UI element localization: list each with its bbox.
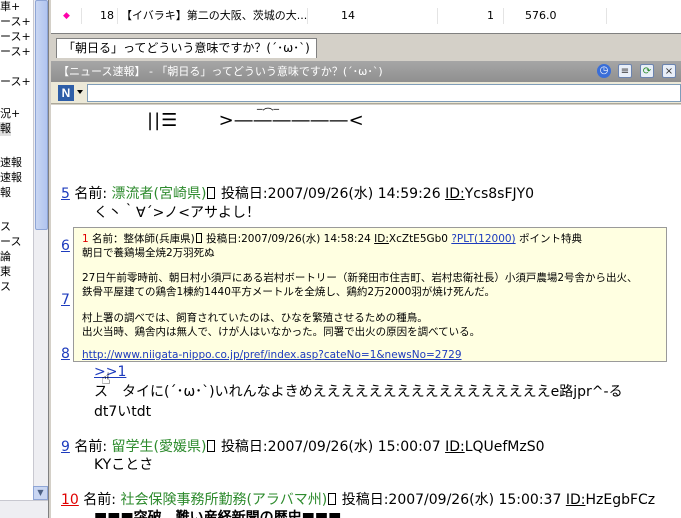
poster-name: 留学生(愛媛県): [111, 439, 207, 455]
sidebar-item[interactable]: 論: [0, 250, 11, 264]
sidebar-item[interactable]: ス: [0, 220, 11, 234]
thread-count: 14: [341, 9, 355, 22]
n-menu-icon[interactable]: N: [58, 85, 74, 101]
popup-text: 朝日で養鶏場全焼2万羽死ぬ: [82, 247, 215, 259]
sidebar-item[interactable]: 報: [0, 122, 11, 136]
ascii-art-line: ||☰ >――――――<: [147, 110, 365, 131]
sidebar-vscrollbar[interactable]: [33, 0, 48, 500]
post-body: ス タイに(´･ω･`)いれんなよきめえええええええええええええええええe路jp…: [94, 384, 623, 400]
popup-url: http://www.niigata-nippo.co.jp/pref/inde…: [82, 349, 462, 361]
post-header: 5 名前: 漂流者(宮崎県) 投稿日:2007/09/26(水) 14:59:2…: [61, 183, 534, 203]
popup-header: 1 名前：整体師(兵庫県) 投稿日:2007/09/26(水) 14:58:24…: [82, 231, 582, 246]
missing-glyph-icon: [195, 233, 202, 243]
reply-popup: 1 名前：整体師(兵庫県) 投稿日:2007/09/26(水) 14:58:24…: [73, 227, 667, 362]
post-header: 10 名前: 社会保険事務所勤務(アラバマ州) 投稿日:2007/09/26(水…: [61, 489, 655, 509]
document-icon[interactable]: ≡: [618, 64, 632, 78]
thread-row[interactable]: ◆ 18 【イバラキ】第二の大阪、茨城の大... 14 1 576.0: [51, 8, 681, 24]
address-input[interactable]: [87, 84, 681, 102]
sidebar-item[interactable]: 車+: [0, 0, 20, 14]
missing-glyph-icon: [207, 440, 216, 452]
popup-text: 村上署の調べでは、飼育されていたのは、ひなを繁殖させるための種鳥。: [82, 312, 428, 324]
sidebar-item[interactable]: ース+: [0, 30, 31, 44]
source-link[interactable]: http://www.niigata-nippo.co.jp/pref/inde…: [82, 349, 462, 361]
post-id: Ycs8sFJY0: [464, 186, 535, 202]
popup-post-number[interactable]: 1: [82, 233, 89, 245]
thread-title-text: 【ニュース速報】 - 「朝日る」ってどういう意味ですか？(´･ω･`): [58, 65, 383, 78]
sidebar-hscrollbar[interactable]: [0, 500, 48, 518]
sidebar-item[interactable]: 速報: [0, 156, 22, 170]
thread-content[interactable]: ||☰ >――――――< ‾⌒‾ 5 名前: 漂流者(宮崎県) 投稿日:2007…: [51, 105, 681, 518]
sidebar-scroll-thumb[interactable]: [35, 0, 48, 230]
popup-name: 名前：整体師(兵庫県): [92, 233, 195, 245]
refresh-icon[interactable]: ⟳: [640, 64, 654, 78]
close-icon[interactable]: ×: [662, 64, 676, 78]
ascii-art-smile: ‾⌒‾: [257, 107, 279, 120]
sidebar-item[interactable]: ース+: [0, 45, 31, 59]
post-number[interactable]: 10: [61, 492, 79, 508]
thread-new: 1: [487, 9, 494, 22]
posted-label: 投稿日:: [341, 492, 389, 508]
post-number[interactable]: 5: [61, 186, 70, 202]
name-label: 名前:: [74, 186, 108, 202]
sidebar-item[interactable]: ース+: [0, 15, 31, 29]
post-body: く丶｀∀´>ノ<アサよし！: [94, 205, 261, 221]
popup-points: ポイント特典: [519, 233, 582, 245]
popup-text: 鉄骨平屋建ての鶏舎1棟約1440平方メートルを全焼し、鶏約2万2000羽が焼け死…: [82, 286, 495, 298]
post-date: 2007/09/26(水) 15:00:37: [388, 492, 562, 508]
scroll-down-arrow-icon[interactable]: ▼: [33, 486, 48, 500]
post-header: 9 名前: 留学生(愛媛県) 投稿日:2007/09/26(水) 15:00:0…: [61, 436, 545, 456]
posted-label: 投稿日:: [220, 186, 268, 202]
popup-id-label[interactable]: ID:: [374, 233, 389, 245]
popup-id: XcZtE5Gb0: [388, 233, 448, 245]
missing-glyph-icon: [328, 493, 337, 505]
post-body: KYことさ: [94, 457, 154, 473]
plt-link[interactable]: ?PLT(12000): [451, 233, 515, 245]
thread-speed: 576.0: [525, 9, 557, 22]
post-body: ■■■突破 難い産経新聞の歴史■■■: [94, 510, 342, 518]
address-bar: N: [51, 82, 681, 104]
thread-row-partial: [51, 24, 681, 32]
popup-date: 投稿日:2007/09/26(水) 14:58:24: [206, 233, 371, 245]
popup-text: 27日午前零時前、朝日村小須戸にある岩村ボートリー（新発田市住吉町、岩村忠衛社長…: [82, 272, 638, 284]
name-label: 名前:: [74, 439, 108, 455]
tab-thread[interactable]: 「朝日る」ってどういう意味ですか？(´･ω･`): [56, 38, 317, 58]
id-label[interactable]: ID:: [445, 186, 465, 202]
post-id: LQUefMzS0: [464, 439, 545, 455]
popup-text: 出火当時、鶏舎内は無人で、けが人はいなかった。同署で出火の原因を調べている。: [82, 326, 481, 338]
thread-titlebar: 【ニュース速報】 - 「朝日る」ってどういう意味ですか？(´･ω･`) ◷ ≡ …: [51, 61, 681, 82]
id-label[interactable]: ID:: [445, 439, 465, 455]
post-number[interactable]: 9: [61, 439, 70, 455]
chevron-down-icon[interactable]: [77, 90, 83, 94]
sidebar-item[interactable]: ース+: [0, 75, 31, 89]
posted-label: 投稿日:: [220, 439, 268, 455]
board-sidebar: 車+ ース+ ース+ ース+ ース+ 況+ 報 速報 速報 報 ス ース 論 東…: [0, 0, 49, 518]
post-body: dt7いtdt: [94, 404, 152, 420]
tab-strip: 「朝日る」ってどういう意味ですか？(´･ω･`): [51, 36, 681, 60]
sidebar-item[interactable]: 況+: [0, 107, 20, 121]
post-date: 2007/09/26(水) 14:59:26: [267, 186, 441, 202]
new-mark-icon: ◆: [63, 11, 70, 21]
sidebar-item[interactable]: ス: [0, 280, 11, 294]
sidebar-item[interactable]: 東: [0, 265, 11, 279]
thread-no: 18: [100, 9, 114, 22]
post-date: 2007/09/26(水) 15:00:07: [267, 439, 441, 455]
poster-name: 社会保険事務所勤務(アラバマ州): [120, 492, 328, 508]
id-label[interactable]: ID:: [566, 492, 586, 508]
post-id: HzEgbFCz: [585, 492, 656, 508]
missing-glyph-icon: [207, 187, 216, 199]
thread-list: ◆ 18 【イバラキ】第二の大阪、茨城の大... 14 1 576.0: [51, 0, 681, 34]
sidebar-item[interactable]: 速報: [0, 171, 22, 185]
sidebar-item[interactable]: 報: [0, 186, 11, 200]
post-number[interactable]: 8: [61, 346, 70, 362]
post-number[interactable]: 6: [61, 238, 70, 254]
name-label: 名前:: [83, 492, 116, 508]
clock-icon[interactable]: ◷: [597, 64, 611, 78]
thread-title: 【イバラキ】第二の大阪、茨城の大...: [121, 9, 308, 22]
post-number[interactable]: 7: [61, 292, 70, 308]
sidebar-item[interactable]: ース: [0, 235, 21, 249]
poster-name: 漂流者(宮崎県): [111, 186, 207, 202]
